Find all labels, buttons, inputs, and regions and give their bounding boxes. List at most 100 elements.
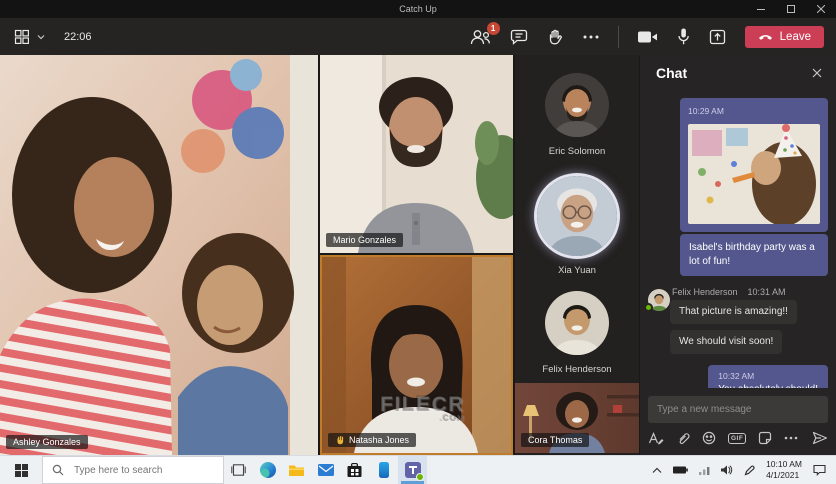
participants-badge: 1 [487, 22, 500, 35]
your-phone-icon [379, 462, 389, 478]
network-icon[interactable] [699, 466, 710, 475]
teams-icon [405, 462, 421, 478]
close-icon [812, 68, 822, 78]
birthday-photo-image [688, 124, 820, 224]
participant-avatar-eric[interactable] [545, 73, 609, 137]
clock-time: 10:10 AM [766, 459, 802, 470]
close-icon [817, 5, 825, 13]
edge-icon [260, 462, 276, 478]
minimize-icon [757, 5, 765, 13]
chat-toggle-button[interactable] [510, 29, 528, 45]
message-timestamp: 10:31 AM [748, 287, 786, 297]
camera-toggle-button[interactable] [638, 30, 658, 44]
maximize-icon [787, 5, 795, 13]
taskbar-clock[interactable]: 10:10 AM 4/1/2021 [766, 459, 802, 481]
attach-icon[interactable] [676, 431, 690, 445]
more-actions-button[interactable] [583, 35, 599, 39]
camera-icon [638, 30, 658, 44]
raise-hand-button[interactable] [547, 29, 564, 45]
video-tile-cora[interactable]: Cora Thomas [515, 383, 639, 453]
toolbar-divider [618, 26, 619, 48]
chevron-down-icon [37, 33, 45, 41]
mic-toggle-button[interactable] [677, 28, 690, 45]
ashley-video-feed [0, 55, 318, 455]
video-tile-natasha[interactable]: Natasha Jones [320, 255, 513, 455]
close-chat-button[interactable] [812, 68, 822, 78]
raise-hand-icon [547, 29, 564, 45]
file-explorer-button[interactable] [282, 456, 311, 484]
teams-app-button[interactable] [398, 456, 427, 484]
sent-message: 10:32 AM You absolutely should! [708, 365, 828, 388]
participant-name: Felix Henderson [542, 364, 611, 375]
gallery-view-button[interactable] [14, 29, 30, 45]
video-tile-mario[interactable]: Mario Gonzales [320, 55, 513, 253]
edge-browser-button[interactable] [253, 456, 282, 484]
teams-meeting-window: Catch Up 22:06 [0, 0, 836, 484]
pen-icon[interactable] [744, 465, 755, 476]
participant-name: Xia Yuan [558, 265, 596, 276]
participant-avatar-xia[interactable] [537, 176, 617, 256]
show-participants-button[interactable]: 1 [470, 29, 491, 45]
mail-button[interactable] [311, 456, 340, 484]
video-tile-ashley[interactable]: Ashley Gonzales [0, 55, 318, 455]
xia-avatar-image [537, 176, 617, 256]
message-timestamp: 10:29 AM [688, 106, 820, 118]
chat-message-list[interactable]: 10:29 AM [640, 87, 836, 388]
window-titlebar: Catch Up [0, 0, 836, 18]
windows-logo-icon [15, 464, 28, 477]
close-window-button[interactable] [806, 0, 836, 18]
message-composer: GIF [640, 388, 836, 455]
minimize-button[interactable] [746, 0, 776, 18]
meeting-toolbar: 22:06 1 [0, 18, 836, 55]
sticker-icon[interactable] [758, 431, 772, 445]
teams-presence-icon [416, 473, 424, 481]
taskbar-search[interactable] [42, 456, 224, 484]
microsoft-store-button[interactable] [340, 456, 369, 484]
leave-button[interactable]: Leave [745, 26, 824, 48]
emoji-icon[interactable] [702, 431, 716, 445]
taskbar-search-input[interactable] [72, 464, 207, 477]
felix-avatar-image [545, 291, 609, 355]
chat-bubble-icon [510, 29, 528, 45]
message-timestamp: 10:32 AM [718, 371, 818, 383]
your-phone-button[interactable] [369, 456, 398, 484]
format-icon[interactable] [648, 431, 664, 445]
share-icon [709, 29, 726, 45]
meeting-timer: 22:06 [64, 31, 92, 43]
presence-available-icon [644, 303, 653, 312]
participants-strip: Eric Solomon Xia Yuan Fel [515, 55, 639, 455]
tile-name-label-natasha: Natasha Jones [328, 433, 416, 447]
clock-date: 4/1/2021 [766, 470, 802, 481]
more-composer-icon[interactable] [784, 436, 798, 440]
received-message: That picture is amazing!! [670, 300, 797, 324]
tile-name-label: Ashley Gonzales [6, 435, 88, 449]
gif-picker-icon[interactable]: GIF [728, 433, 746, 444]
participant-avatar-felix[interactable] [545, 291, 609, 355]
sent-message: Isabel's birthday party was a lot of fun… [680, 234, 828, 276]
task-view-button[interactable] [224, 456, 253, 484]
natasha-video-feed [322, 257, 511, 453]
send-icon [812, 431, 828, 445]
eric-avatar-image [545, 73, 609, 137]
tray-chevron-up-icon[interactable] [652, 467, 662, 474]
action-center-icon[interactable] [813, 464, 826, 476]
start-button[interactable] [0, 456, 42, 484]
received-message-group: Felix Henderson 10:31 AM That picture is… [670, 287, 828, 324]
tile-name-label: Cora Thomas [521, 433, 589, 447]
search-icon [52, 464, 64, 476]
ellipsis-icon [583, 35, 599, 39]
send-message-button[interactable] [812, 431, 828, 445]
share-screen-button[interactable] [709, 29, 726, 45]
file-explorer-icon [288, 463, 305, 477]
birthday-photo[interactable] [688, 124, 820, 224]
mario-video-feed [320, 55, 513, 253]
volume-icon[interactable] [721, 465, 733, 475]
battery-icon[interactable] [673, 466, 688, 474]
tile-name-label: Mario Gonzales [326, 233, 403, 247]
grid-view-icon [14, 29, 30, 45]
participant-name: Eric Solomon [549, 146, 606, 157]
chat-panel: Chat 10:29 AM [640, 55, 836, 455]
message-input[interactable] [648, 396, 828, 423]
maximize-button[interactable] [776, 0, 806, 18]
message-sender: Felix Henderson [672, 287, 738, 297]
